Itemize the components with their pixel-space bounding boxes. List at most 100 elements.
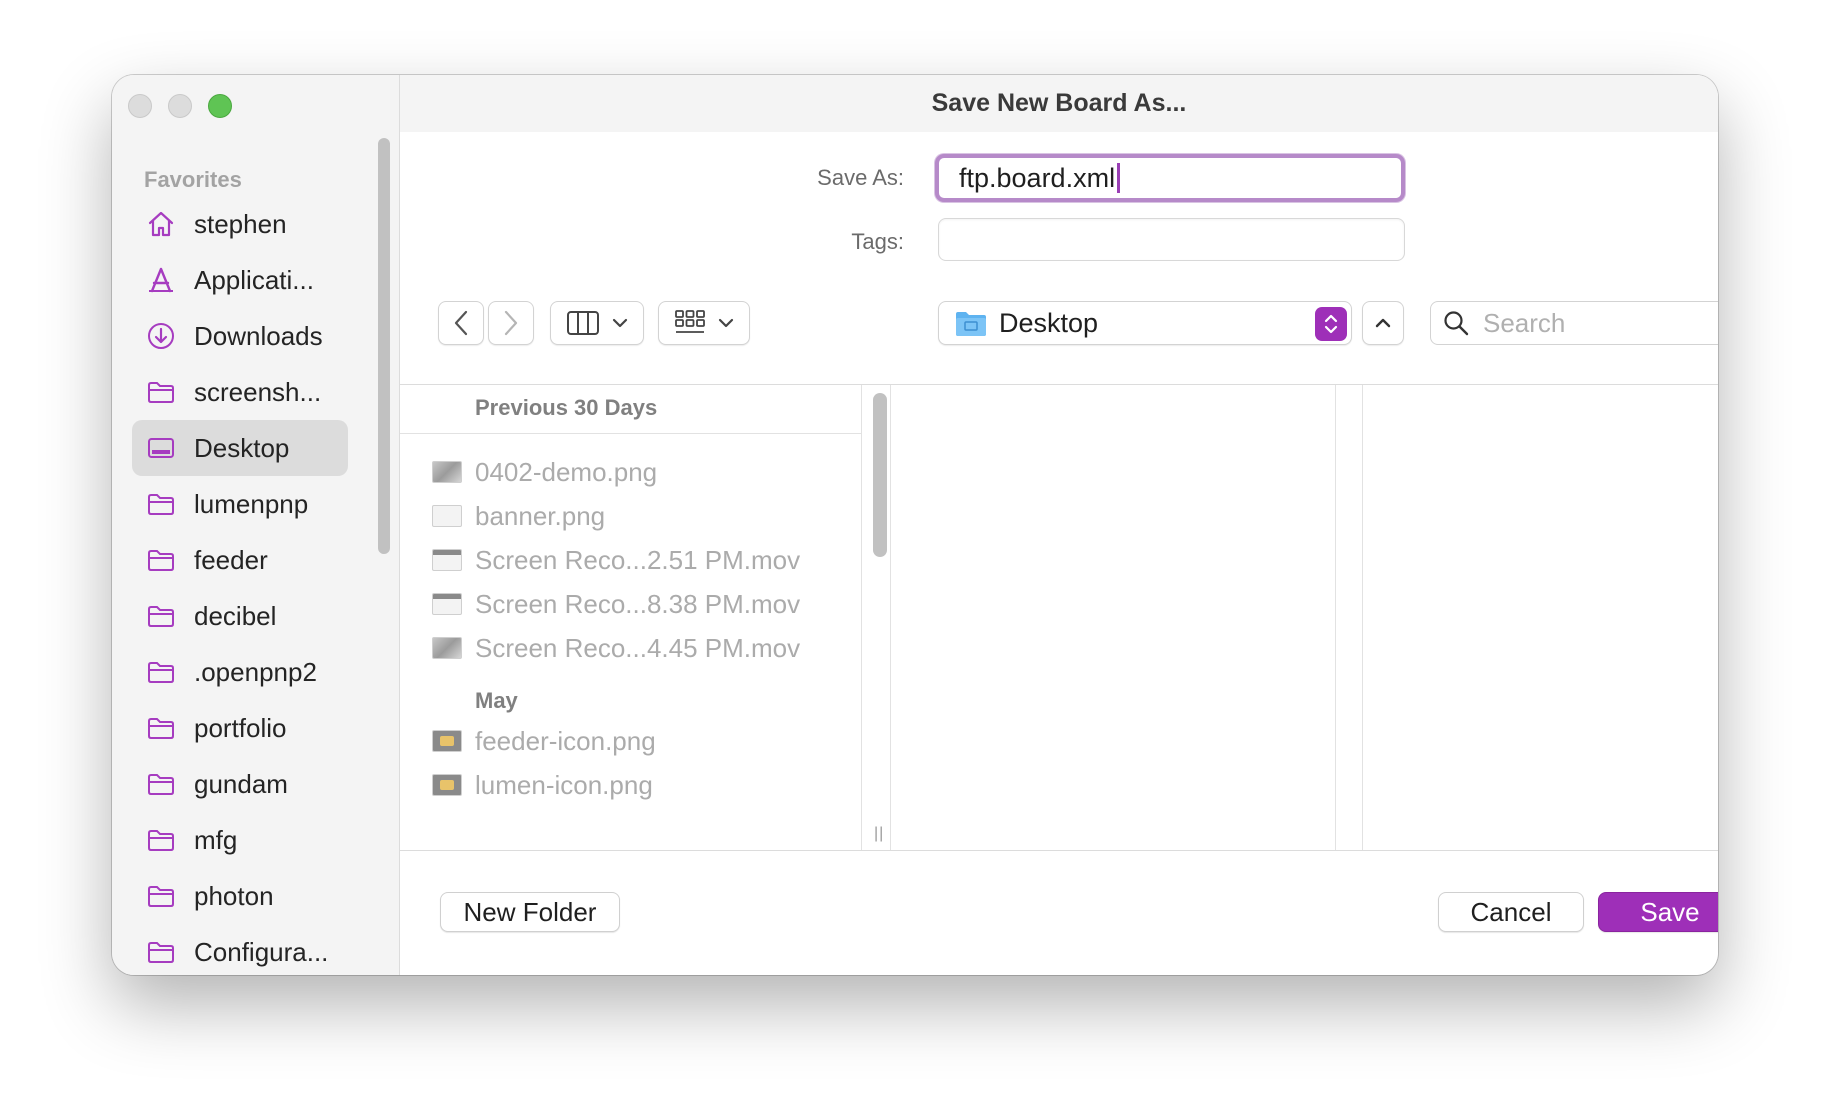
sidebar-item-decibel[interactable]: decibel [132,588,348,644]
location-stepper[interactable] [1315,307,1347,341]
sidebar-item-label: screensh... [194,376,322,407]
cancel-button[interactable]: Cancel [1438,892,1584,932]
sidebar: Favorites stephen Applicati... Downloads sc… [112,75,400,975]
chevron-up-icon [1375,318,1391,328]
search-field[interactable]: Search [1430,301,1718,345]
search-placeholder: Search [1483,307,1566,338]
column-divider [1362,385,1363,850]
tags-label: Tags: [851,229,904,254]
applications-icon [146,265,176,295]
sidebar-item-label: Desktop [194,432,290,463]
file-name: feeder-icon.png [475,725,656,756]
column-scrollbar[interactable] [873,393,887,557]
folder-icon [146,937,176,967]
folder-icon [146,713,176,743]
zoom-window-button[interactable] [208,94,232,118]
sidebar-item-applicati[interactable]: Applicati... [132,252,348,308]
chevron-down-icon [612,318,628,328]
sidebar-item-gundam[interactable]: gundam [132,756,348,812]
file-row: Screen Reco...2.51 PM.mov [432,540,800,580]
file-thumbnail-icon [432,637,462,659]
folder-icon [146,489,176,519]
section-header: Previous 30 Days [475,395,658,420]
sidebar-item-label: Configura... [194,936,329,967]
column-divider [890,385,891,850]
window-title: Save New Board As... [400,75,1718,132]
file-thumbnail-icon [432,774,462,796]
sidebar-item-mfg[interactable]: mfg [132,812,348,868]
sidebar-list: stephen Applicati... Downloads screensh... D… [132,196,348,975]
window-controls [128,94,232,118]
search-icon [1444,311,1469,336]
home-icon [146,209,176,239]
location-popup[interactable]: Desktop [938,301,1352,345]
sidebar-item-label: decibel [194,600,277,631]
file-thumbnail-icon [432,730,462,752]
updown-chevron-icon [1324,314,1338,334]
save-dialog: Favorites stephen Applicati... Downloads sc… [112,75,1718,975]
tags-input[interactable] [938,218,1405,261]
sidebar-item-openpnp2[interactable]: .openpnp2 [132,644,348,700]
file-browser: Previous 30 Days 0402-demo.png banner.png S… [400,384,1718,851]
sidebar-item-label: portfolio [194,712,287,743]
sidebar-item-label: lumenpnp [194,488,309,519]
folder-icon [146,769,176,799]
collapse-button[interactable] [1362,301,1404,345]
grid-view-icon [675,310,705,333]
chevron-right-icon [504,310,518,336]
sidebar-item-downloads[interactable]: Downloads [132,308,348,364]
sidebar-item-label: photon [194,880,274,911]
sidebar-item-label: .openpnp2 [194,656,317,687]
file-row: Screen Reco...4.45 PM.mov [432,628,800,668]
section-divider [400,433,862,434]
folder-icon [146,377,176,407]
sidebar-item-label: feeder [194,544,268,575]
chevron-left-icon [454,310,468,336]
sidebar-item-photon[interactable]: photon [132,868,348,924]
desktop-icon [146,433,176,463]
file-name: Screen Reco...8.38 PM.mov [475,588,801,619]
minimize-window-button[interactable] [168,94,192,118]
sidebar-item-label: gundam [194,768,288,799]
sidebar-item-feeder[interactable]: feeder [132,532,348,588]
sidebar-item-stephen[interactable]: stephen [132,196,348,252]
back-button[interactable] [438,301,484,345]
location-label: Desktop [999,307,1099,338]
group-by-button[interactable] [658,301,750,345]
folder-icon [146,601,176,631]
forward-button[interactable] [488,301,534,345]
save-as-input[interactable]: ftp.board.xml [935,154,1405,202]
new-folder-button[interactable]: New Folder [440,892,620,932]
sidebar-item-lumenpnp[interactable]: lumenpnp [132,476,348,532]
file-row: banner.png [432,496,605,536]
column-resize-handle[interactable]: || [874,825,884,843]
folder-icon [146,657,176,687]
sidebar-item-screensh[interactable]: screensh... [132,364,348,420]
downloads-icon [146,321,176,351]
file-thumbnail-icon [432,505,462,527]
file-column: Previous 30 Days 0402-demo.png banner.png S… [400,385,862,850]
folder-icon [146,545,176,575]
file-name: banner.png [475,500,606,531]
sidebar-item-configura[interactable]: Configura... [132,924,348,975]
file-thumbnail-icon [432,593,462,615]
file-row: lumen-icon.png [432,765,653,805]
sidebar-section-favorites: Favorites [144,167,242,192]
folder-icon [146,825,176,855]
file-thumbnail-icon [432,549,462,571]
desktop-folder-icon [956,312,986,336]
section-header: May [475,688,518,713]
sidebar-item-label: mfg [194,824,238,855]
sidebar-scrollbar[interactable] [378,138,390,554]
chevron-down-icon [718,318,734,328]
sidebar-item-portfolio[interactable]: portfolio [132,700,348,756]
file-name: Screen Reco...4.45 PM.mov [475,632,801,663]
sidebar-item-desktop[interactable]: Desktop [132,420,348,476]
file-row: feeder-icon.png [432,721,656,761]
file-row: Screen Reco...8.38 PM.mov [432,584,800,624]
close-window-button[interactable] [128,94,152,118]
sidebar-item-label: Applicati... [194,264,314,295]
text-caret [1117,163,1121,193]
save-button[interactable]: Save [1598,892,1718,932]
view-columns-button[interactable] [550,301,644,345]
